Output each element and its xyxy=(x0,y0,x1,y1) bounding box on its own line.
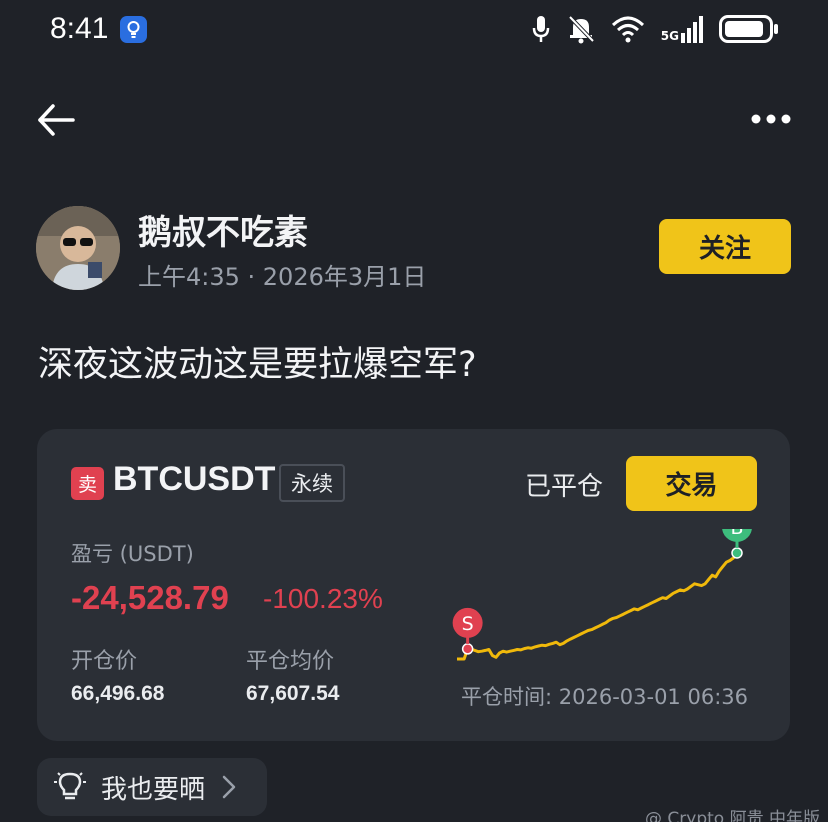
back-button[interactable] xyxy=(36,100,76,140)
price-chart: SB xyxy=(452,529,752,661)
trade-marker-label: B xyxy=(730,529,743,539)
price-line xyxy=(457,552,739,661)
trade-marker-dot xyxy=(731,547,743,559)
trade-marker-b: B xyxy=(722,529,752,559)
avg-close-value: 67,607.54 xyxy=(246,682,340,705)
signal-icon: 5G xyxy=(661,15,703,43)
trade-marker-s: S xyxy=(452,607,483,655)
contract-type-tag: 永续 xyxy=(279,464,345,502)
share-button[interactable]: 我也要晒 xyxy=(37,758,267,816)
arrow-left-icon xyxy=(38,104,75,136)
post-time: 上午4:35 · 2026年3月1日 xyxy=(138,263,427,291)
trade-marker-dot xyxy=(461,643,474,655)
post-text: 深夜这波动这是要拉爆空军? xyxy=(38,345,477,385)
pnl-value: -24,528.79 xyxy=(71,579,229,616)
trade-symbol: BTCUSDT xyxy=(113,460,276,498)
trade-button[interactable]: 交易 xyxy=(626,456,757,511)
share-label: 我也要晒 xyxy=(101,774,206,805)
entry-price-label: 开仓价 xyxy=(71,649,138,674)
pnl-label: 盈亏 (USDT) xyxy=(71,542,194,566)
follow-button[interactable]: 关注 xyxy=(659,219,791,274)
entry-price-value: 66,496.68 xyxy=(71,682,165,705)
bell-off-icon xyxy=(568,15,595,44)
side-badge: 卖 xyxy=(71,467,104,500)
pnl-percent: -100.23% xyxy=(263,583,383,614)
more-dots-icon xyxy=(751,114,791,124)
lightbulb-app-icon xyxy=(120,16,147,43)
battery-icon xyxy=(719,15,778,43)
close-time: 平仓时间: 2026-03-01 06:36 xyxy=(461,685,748,709)
wifi-icon xyxy=(611,16,644,43)
avatar[interactable] xyxy=(36,206,120,290)
position-status: 已平仓 xyxy=(525,472,604,502)
watermark: @ Crypto 阿贵 中年版 xyxy=(645,809,820,822)
trade-card[interactable]: 卖 BTCUSDT 永续 已平仓 交易 盈亏 (USDT) -24,528.79… xyxy=(37,429,790,741)
microphone-icon xyxy=(532,16,550,42)
chevron-right-icon xyxy=(222,775,236,799)
lightbulb-icon xyxy=(54,772,86,800)
status-time: 8:41 xyxy=(50,12,109,45)
status-bar: 8:41 5G xyxy=(0,0,828,60)
battery-level xyxy=(725,21,763,37)
network-label: 5G xyxy=(660,29,679,43)
avg-close-label: 平仓均价 xyxy=(246,649,335,674)
more-button[interactable] xyxy=(748,104,794,134)
status-icons: 5G xyxy=(531,14,778,44)
trade-marker-label: S xyxy=(462,613,474,635)
author-name[interactable]: 鹅叔不吃素 xyxy=(138,205,308,254)
